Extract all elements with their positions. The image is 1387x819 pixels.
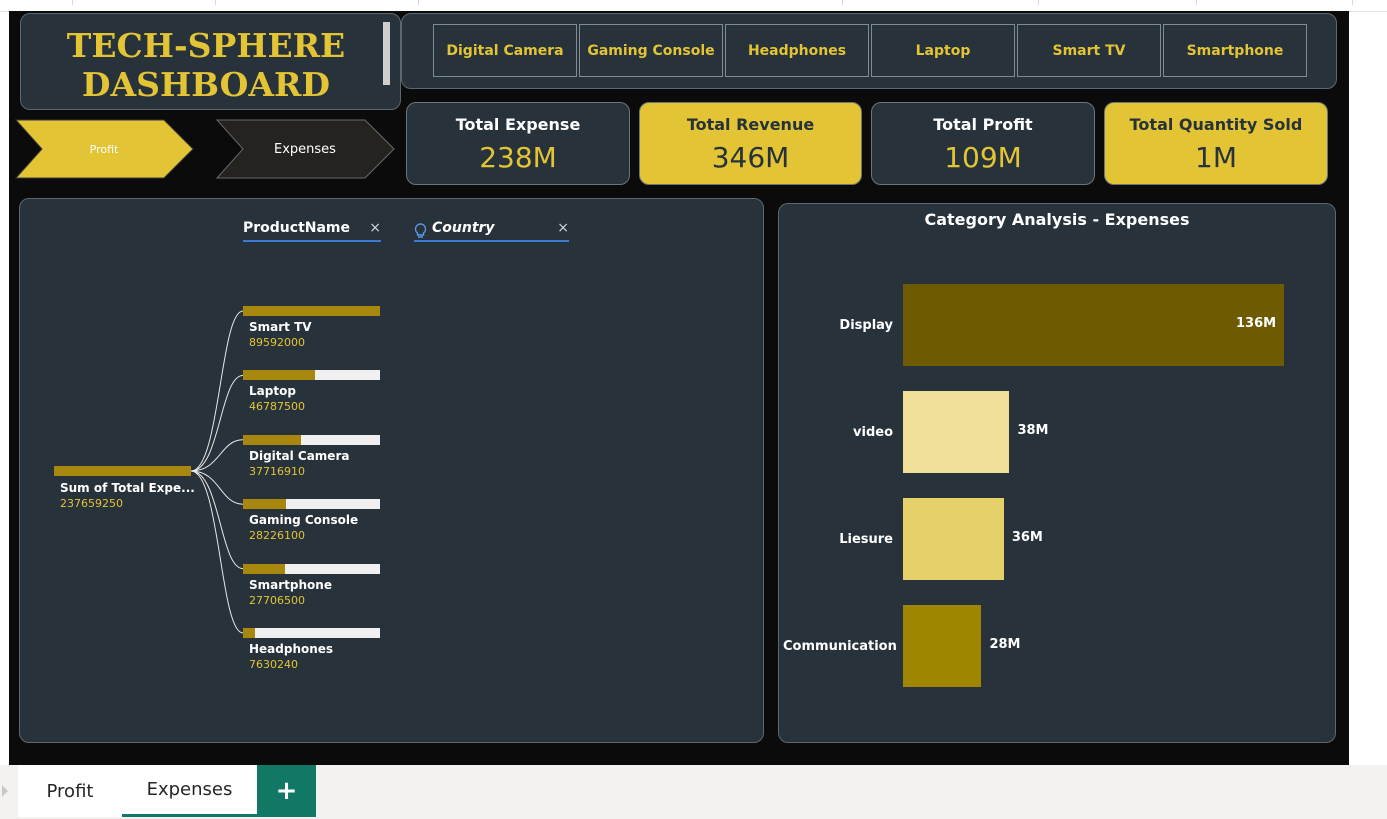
bar-category-label: Display	[839, 318, 893, 333]
bar-category-label: video	[853, 425, 893, 440]
tab-expenses[interactable]: Expenses	[122, 765, 257, 817]
strip-tick	[842, 0, 843, 5]
product-slicer: Digital Camera Gaming Console Headphones…	[401, 13, 1337, 89]
root-node-bar[interactable]	[54, 466, 191, 476]
title-line-2: DASHBOARD	[81, 65, 331, 104]
decomp-node-bar[interactable]	[243, 628, 380, 638]
decomp-node-bar[interactable]	[243, 563, 380, 574]
kpi-total-quantity-sold: Total Quantity Sold 1M	[1104, 102, 1328, 185]
bar-data-label: 36M	[1011, 530, 1043, 545]
decomp-node-fill	[243, 563, 286, 574]
decomposition-tree: ProductName × Country × Sum of Total Exp…	[19, 198, 764, 743]
title-scrollbar[interactable]	[383, 22, 390, 85]
decomp-node-label: Headphones	[249, 642, 334, 656]
profit-nav-label: Profit	[89, 142, 119, 156]
slicer-digital-camera[interactable]: Digital Camera	[433, 24, 577, 77]
kpi-label: Total Quantity Sold	[1129, 115, 1303, 134]
bar-liesure[interactable]	[903, 498, 1004, 580]
kpi-total-expense: Total Expense 238M	[406, 102, 630, 185]
expenses-nav-label: Expenses	[274, 141, 336, 157]
report-canvas: TECH-SPHERE DASHBOARD Digital Camera Gam…	[9, 11, 1349, 765]
slicer-headphones[interactable]: Headphones	[725, 24, 869, 77]
decomp-node-fill	[243, 370, 315, 381]
decomp-node-value: 89592000	[249, 336, 305, 349]
bar-category-label: Communication	[783, 639, 897, 654]
bar-video[interactable]	[903, 391, 1010, 473]
decomp-node-label: Gaming Console	[249, 513, 359, 528]
kpi-total-profit: Total Profit 109M	[871, 102, 1095, 185]
decomp-node-fill	[243, 306, 380, 316]
tree-connector-line	[190, 374, 244, 472]
slicer-laptop[interactable]: Laptop	[871, 24, 1015, 77]
dashboard-title: TECH-SPHERE DASHBOARD	[21, 26, 391, 104]
decomp-node-fill	[243, 434, 301, 445]
scroll-left-icon[interactable]	[2, 785, 8, 797]
bar-category-label: Liesure	[839, 532, 893, 547]
strip-tick	[1196, 0, 1197, 5]
decomp-node-label: Smart TV	[249, 320, 312, 334]
title-line-1: TECH-SPHERE	[66, 26, 346, 65]
slicer-smartphone[interactable]: Smartphone	[1163, 24, 1307, 77]
kpi-label: Total Expense	[455, 115, 581, 134]
bar-data-label: 38M	[1017, 423, 1049, 438]
strip-tick	[1352, 0, 1353, 5]
decomp-node-bar[interactable]	[243, 434, 380, 445]
expenses-nav-button[interactable]: Expenses	[215, 119, 395, 179]
tab-profit[interactable]: Profit	[18, 765, 122, 817]
decomp-node-fill	[243, 628, 255, 638]
category-analysis-chart: Category Analysis - Expenses Display 136M…	[778, 203, 1336, 743]
kpi-total-revenue: Total Revenue 346M	[639, 102, 862, 185]
tree-connector-line	[190, 310, 244, 472]
decomp-node-fill	[243, 499, 287, 510]
tree-connector-line	[190, 470, 244, 634]
decomp-node-value: 27706500	[249, 593, 305, 607]
chart-title: Category Analysis - Expenses	[924, 210, 1190, 229]
kpi-value: 346M	[711, 141, 790, 174]
bar-display[interactable]	[903, 284, 1284, 366]
strip-tick	[72, 0, 73, 5]
root-node-value: 237659250	[60, 497, 123, 510]
strip-tick	[418, 0, 419, 5]
sheet-tab-bar: Profit Expenses +	[0, 765, 1387, 819]
kpi-value: 1M	[1195, 141, 1237, 174]
slicer-gaming-console[interactable]: Gaming Console	[579, 24, 723, 77]
kpi-value: 238M	[479, 141, 557, 174]
strip-tick	[215, 0, 216, 5]
decomp-node-label: Smartphone	[249, 577, 332, 592]
dashboard-title-box: TECH-SPHERE DASHBOARD	[20, 13, 401, 110]
decomp-node-label: Laptop	[249, 384, 296, 399]
kpi-value: 109M	[944, 141, 1022, 174]
bar-data-label: 136M	[1236, 316, 1277, 331]
root-node-label: Sum of Total Expe...	[60, 481, 195, 495]
decomp-node-label: Digital Camera	[249, 448, 350, 463]
profit-nav-button[interactable]: Profit	[14, 119, 194, 179]
bar-data-label: 28M	[989, 637, 1021, 652]
decomp-node-value: 37716910	[249, 464, 305, 478]
decomp-node-bar[interactable]	[243, 306, 380, 316]
decomp-node-value: 7630240	[249, 658, 298, 671]
decomp-node-bar[interactable]	[243, 499, 380, 510]
kpi-label: Total Profit	[933, 115, 1033, 134]
decomp-node-value: 46787500	[249, 400, 305, 414]
decomp-node-bar[interactable]	[243, 370, 380, 381]
kpi-label: Total Revenue	[686, 115, 815, 134]
bar-communication[interactable]	[903, 605, 982, 687]
decomp-node-value: 28226100	[249, 529, 305, 543]
add-sheet-button[interactable]: +	[257, 765, 316, 817]
strip-tick	[1038, 0, 1039, 5]
slicer-smart-tv[interactable]: Smart TV	[1017, 24, 1161, 77]
